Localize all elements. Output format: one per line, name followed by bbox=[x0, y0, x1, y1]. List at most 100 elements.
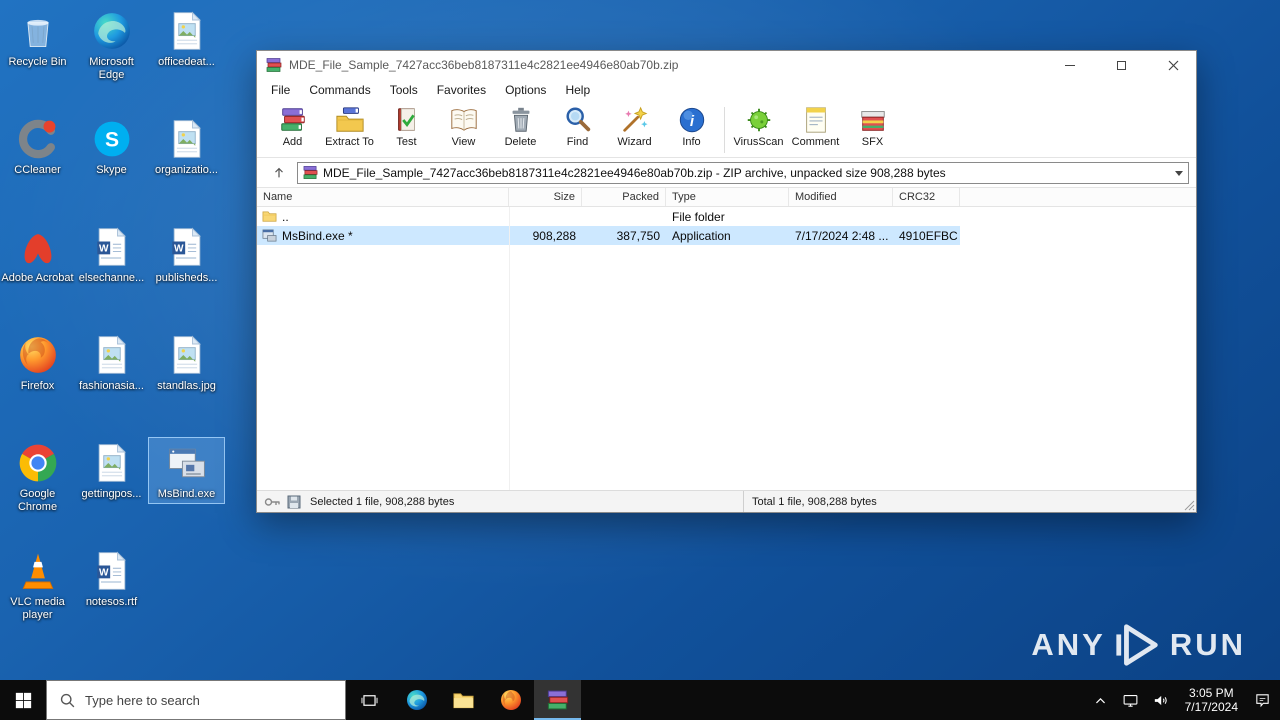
desktop-icon-gettingpos[interactable]: gettingpos... bbox=[74, 438, 149, 503]
system-tray: 3:05 PM 7/17/2024 bbox=[1087, 680, 1280, 720]
firefox-icon bbox=[15, 332, 61, 378]
title-bar[interactable]: MDE_File_Sample_7427acc36beb8187311e4c28… bbox=[257, 51, 1196, 79]
column-header-modified[interactable]: Modified bbox=[789, 188, 893, 206]
desktop-icon-elsechanne[interactable]: W elsechanne... bbox=[74, 222, 149, 287]
status-left-section: Selected 1 file, 908,288 bytes bbox=[257, 491, 744, 512]
desktop-icon-publisheds[interactable]: W publisheds... bbox=[149, 222, 224, 287]
up-directory-button[interactable] bbox=[266, 162, 292, 184]
desktop-icon-label: organizatio... bbox=[155, 164, 218, 176]
list-row-msbind[interactable]: MsBind.exe * 908,288 387,750 Application… bbox=[257, 226, 1196, 245]
file-name: .. bbox=[282, 209, 289, 224]
desktop-icon-vlc[interactable]: VLC media player bbox=[0, 546, 75, 624]
menu-favorites[interactable]: Favorites bbox=[436, 81, 487, 99]
desktop-icon-notesos[interactable]: W notesos.rtf bbox=[74, 546, 149, 611]
virus-scan-icon bbox=[744, 105, 774, 135]
maximize-button[interactable] bbox=[1099, 51, 1144, 79]
add-archive-icon bbox=[278, 105, 308, 135]
toolbar-label: VirusScan bbox=[733, 136, 784, 148]
task-view-button[interactable] bbox=[346, 680, 393, 720]
desktop-background[interactable]: { "desktop": { "icons": [ {"label": "Rec… bbox=[0, 0, 1280, 720]
desktop-icon-adobe-acrobat[interactable]: Adobe Acrobat bbox=[0, 222, 75, 287]
desktop-icon-firefox[interactable]: Firefox bbox=[0, 330, 75, 395]
volume-icon[interactable] bbox=[1147, 680, 1175, 720]
desktop-icon-google-chrome[interactable]: Google Chrome bbox=[0, 438, 75, 516]
file-explorer-icon bbox=[453, 692, 474, 708]
action-center-icon[interactable] bbox=[1248, 680, 1276, 720]
toolbar-extract-to-button[interactable]: Extract To bbox=[321, 104, 378, 148]
file-name: MsBind.exe * bbox=[282, 228, 353, 243]
search-input[interactable] bbox=[85, 692, 337, 708]
toolbar-wizard-button[interactable]: Wizard bbox=[606, 104, 663, 148]
address-dropdown[interactable]: MDE_File_Sample_7427acc36beb8187311e4c28… bbox=[297, 161, 1189, 184]
desktop-icon-recycle-bin[interactable]: Recycle Bin bbox=[0, 6, 75, 71]
disk-icon[interactable] bbox=[287, 495, 305, 509]
toolbar-view-button[interactable]: View bbox=[435, 104, 492, 148]
toolbar-test-button[interactable]: Test bbox=[378, 104, 435, 148]
list-header: Name Size Packed Type Modified CRC32 bbox=[257, 188, 1196, 207]
toolbar-delete-button[interactable]: Delete bbox=[492, 104, 549, 148]
svg-text:W: W bbox=[173, 244, 183, 255]
toolbar-find-button[interactable]: Find bbox=[549, 104, 606, 148]
toolbar-info-button[interactable]: i Info bbox=[663, 104, 720, 148]
taskbar-edge-button[interactable] bbox=[393, 680, 440, 720]
file-crc32: 4910EFBC bbox=[899, 228, 958, 243]
minimize-button[interactable] bbox=[1047, 51, 1092, 79]
taskbar-search[interactable] bbox=[46, 680, 346, 720]
menu-commands[interactable]: Commands bbox=[308, 81, 371, 99]
network-icon[interactable] bbox=[1117, 680, 1145, 720]
file-list: Name Size Packed Type Modified CRC32 .. … bbox=[257, 188, 1196, 490]
desktop-icon-label: MsBind.exe bbox=[157, 488, 216, 500]
find-icon bbox=[563, 105, 593, 135]
column-header-type[interactable]: Type bbox=[666, 188, 789, 206]
start-button[interactable] bbox=[0, 680, 46, 720]
menu-help[interactable]: Help bbox=[564, 81, 591, 99]
menu-options[interactable]: Options bbox=[504, 81, 547, 99]
file-size bbox=[509, 207, 582, 226]
desktop-icon-fashionasia[interactable]: fashionasia... bbox=[74, 330, 149, 395]
wizard-icon bbox=[620, 105, 650, 135]
menu-file[interactable]: File bbox=[270, 81, 291, 99]
vlc-icon bbox=[15, 548, 61, 594]
dropdown-caret-icon bbox=[1175, 170, 1183, 180]
status-bar: Selected 1 file, 908,288 bytes Total 1 f… bbox=[257, 490, 1196, 512]
hidden-icons-chevron[interactable] bbox=[1087, 680, 1115, 720]
column-header-size[interactable]: Size bbox=[509, 188, 582, 206]
desktop-icon-msbind[interactable]: MsBind.exe bbox=[148, 437, 225, 504]
address-bar: MDE_File_Sample_7427acc36beb8187311e4c28… bbox=[257, 158, 1196, 188]
status-selected-text: Selected 1 file, 908,288 bytes bbox=[310, 495, 455, 508]
taskbar-firefox-button[interactable] bbox=[487, 680, 534, 720]
toolbar-label: Wizard bbox=[617, 136, 652, 148]
desktop-icon-skype[interactable]: S Skype bbox=[74, 114, 149, 179]
taskbar-clock[interactable]: 3:05 PM 7/17/2024 bbox=[1177, 686, 1246, 714]
desktop-icon-microsoft-edge[interactable]: Microsoft Edge bbox=[74, 6, 149, 84]
taskbar-explorer-button[interactable] bbox=[440, 680, 487, 720]
desktop-icon-standlas[interactable]: standlas.jpg bbox=[149, 330, 224, 395]
desktop-icon-officedeat[interactable]: officedeat... bbox=[149, 6, 224, 71]
extract-to-icon bbox=[335, 105, 365, 135]
column-header-name[interactable]: Name bbox=[257, 188, 509, 206]
menu-tools[interactable]: Tools bbox=[389, 81, 419, 99]
desktop-icon-label: CCleaner bbox=[14, 164, 61, 176]
taskbar-winrar-button[interactable] bbox=[534, 680, 581, 720]
file-modified bbox=[789, 207, 893, 226]
adobe-acrobat-icon bbox=[15, 224, 61, 270]
column-header-crc32[interactable]: CRC32 bbox=[893, 188, 960, 206]
status-right-section: Total 1 file, 908,288 bytes bbox=[744, 496, 877, 508]
resize-grip[interactable] bbox=[1182, 498, 1195, 511]
list-row-parent-folder[interactable]: .. File folder bbox=[257, 207, 1196, 226]
desktop-icon-label: Google Chrome bbox=[17, 488, 58, 513]
winrar-app-icon bbox=[266, 57, 282, 73]
microsoft-edge-icon bbox=[89, 8, 135, 54]
toolbar-sfx-button[interactable]: SFX bbox=[844, 104, 901, 148]
column-header-packed[interactable]: Packed bbox=[582, 188, 666, 206]
key-icon[interactable] bbox=[264, 495, 282, 509]
toolbar-virusscan-button[interactable]: VirusScan bbox=[730, 104, 787, 148]
taskbar-spacer bbox=[581, 680, 1087, 720]
toolbar-comment-button[interactable]: Comment bbox=[787, 104, 844, 148]
desktop-icon-ccleaner[interactable]: CCleaner bbox=[0, 114, 75, 179]
toolbar-add-button[interactable]: Add bbox=[264, 104, 321, 148]
close-button[interactable] bbox=[1151, 51, 1196, 79]
desktop-icon-organizatio[interactable]: organizatio... bbox=[149, 114, 224, 179]
toolbar-separator bbox=[724, 107, 725, 153]
clock-time: 3:05 PM bbox=[1188, 686, 1234, 700]
